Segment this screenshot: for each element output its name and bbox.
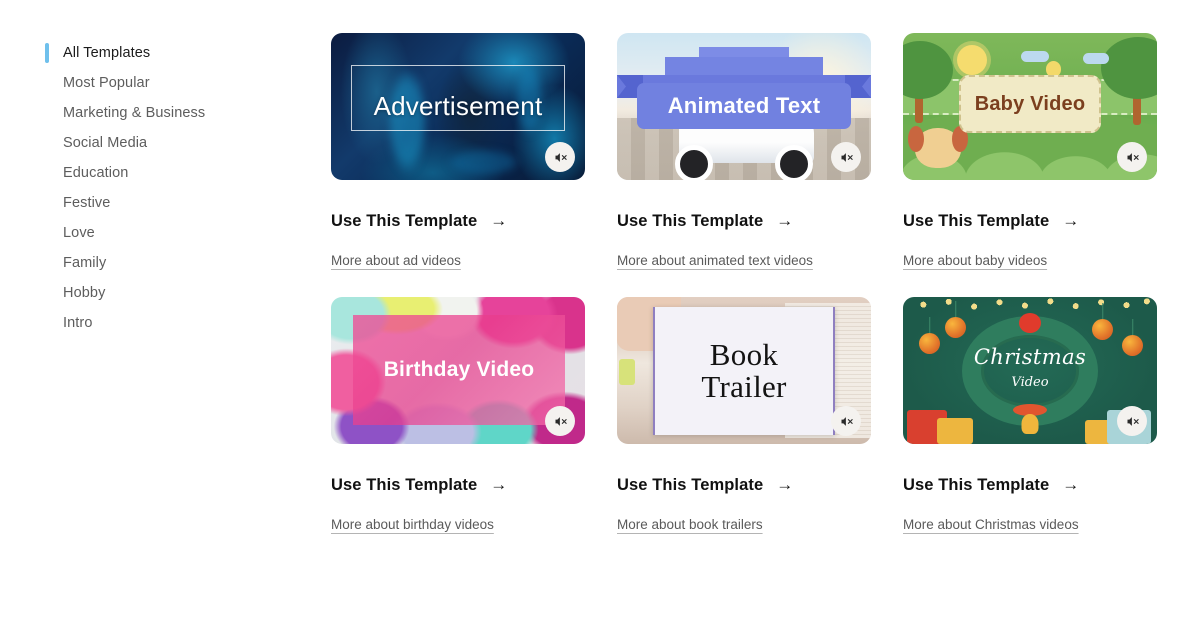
thumbnail-title: Baby Video <box>974 92 1086 115</box>
template-card-advertisement: Advertisement Use This Template → More a… <box>331 33 585 270</box>
thumbnail-title: Animated Text <box>667 93 821 118</box>
use-template-button[interactable]: Use This Template → <box>903 475 1157 495</box>
template-card-book-trailer: Book Trailer Use This Template → More ab… <box>617 297 871 534</box>
arrow-right-icon: → <box>490 475 508 494</box>
gift-box-icon <box>937 418 973 444</box>
sidebar-item-label: Love <box>63 225 95 241</box>
template-thumbnail[interactable]: Birthday Video <box>331 297 585 444</box>
use-template-label: Use This Template <box>331 475 478 494</box>
thumbnail-title: Birthday Video <box>383 358 535 381</box>
arrow-right-icon: → <box>1062 211 1080 230</box>
title-overlay: Birthday Video <box>353 315 565 425</box>
template-thumbnail[interactable]: Baby Video <box>903 33 1157 180</box>
use-template-button[interactable]: Use This Template → <box>617 475 871 495</box>
template-card-animated-text: Animated Text Use This Template → More a… <box>617 33 871 270</box>
use-template-button[interactable]: Use This Template → <box>903 211 1157 231</box>
speaker-muted-icon <box>841 416 853 426</box>
mute-toggle-button[interactable] <box>1117 406 1147 436</box>
template-grid: Advertisement Use This Template → More a… <box>331 0 1200 626</box>
ornament-icon <box>945 317 966 338</box>
use-template-label: Use This Template <box>331 211 478 230</box>
sidebar-item-label: Festive <box>63 195 111 211</box>
title-label: Baby Video <box>959 75 1101 133</box>
arrow-right-icon: → <box>490 211 508 230</box>
bell-icon <box>1021 414 1039 434</box>
template-thumbnail[interactable]: Book Trailer <box>617 297 871 444</box>
title-sheet: Book Trailer <box>653 307 835 435</box>
use-template-label: Use This Template <box>903 211 1050 230</box>
use-template-label: Use This Template <box>617 475 764 494</box>
sun-icon <box>957 45 987 75</box>
sidebar-item-family[interactable]: Family <box>46 248 331 278</box>
sidebar-item-marketing-business[interactable]: Marketing & Business <box>46 98 331 128</box>
speaker-muted-icon <box>841 152 853 162</box>
mute-toggle-button[interactable] <box>545 406 575 436</box>
mute-toggle-button[interactable] <box>831 142 861 172</box>
sidebar-item-label: Social Media <box>63 135 148 151</box>
use-template-button[interactable]: Use This Template → <box>331 211 585 231</box>
thumbnail-title-block: Christmas Video <box>903 345 1157 390</box>
template-thumbnail[interactable]: Advertisement <box>331 33 585 180</box>
more-about-link[interactable]: More about baby videos <box>903 253 1047 268</box>
more-about-link[interactable]: More about animated text videos <box>617 253 813 268</box>
thumbnail-subtitle: Video <box>1011 375 1049 390</box>
mute-toggle-button[interactable] <box>831 406 861 436</box>
thumbnail-title-line1: Book <box>709 336 779 372</box>
wheel-icon <box>775 145 813 180</box>
use-template-button[interactable]: Use This Template → <box>617 211 871 231</box>
more-about-link[interactable]: More about birthday videos <box>331 517 494 532</box>
template-gallery-page: All Templates Most Popular Marketing & B… <box>0 0 1200 626</box>
template-card-birthday-video: Birthday Video Use This Template → More … <box>331 297 585 534</box>
sidebar-item-festive[interactable]: Festive <box>46 188 331 218</box>
title-plate: Animated Text <box>637 83 851 129</box>
template-card-christmas-video: Christmas Video Use This Template → More… <box>903 297 1157 534</box>
sidebar-item-label: Family <box>63 255 107 271</box>
sidebar-item-hobby[interactable]: Hobby <box>46 278 331 308</box>
bookmark-clip-icon <box>619 359 635 385</box>
template-thumbnail[interactable]: Christmas Video <box>903 297 1157 444</box>
ornament-icon <box>1092 319 1113 340</box>
speaker-muted-icon <box>1127 416 1139 426</box>
cloud-icon <box>1083 53 1109 64</box>
sidebar-item-most-popular[interactable]: Most Popular <box>46 68 331 98</box>
thumbnail-title-line2: Trailer <box>701 369 787 404</box>
sidebar-item-label: Most Popular <box>63 75 150 91</box>
speaker-muted-icon <box>555 416 567 426</box>
wheel-icon <box>675 145 713 180</box>
banner-step-middle <box>665 57 823 75</box>
use-template-label: Use This Template <box>903 475 1050 494</box>
speaker-muted-icon <box>1127 152 1139 162</box>
mute-toggle-button[interactable] <box>545 142 575 172</box>
sidebar-item-all-templates[interactable]: All Templates <box>45 38 331 68</box>
mute-toggle-button[interactable] <box>1117 142 1147 172</box>
active-indicator-bar <box>45 43 49 63</box>
speaker-muted-icon <box>555 152 567 162</box>
sidebar-item-social-media[interactable]: Social Media <box>46 128 331 158</box>
sidebar-item-education[interactable]: Education <box>46 158 331 188</box>
arrow-right-icon: → <box>776 475 794 494</box>
sidebar-item-label: Education <box>63 165 129 181</box>
template-card-baby-video: Baby Video Use This Template → More abou… <box>903 33 1157 270</box>
sidebar-item-label: All Templates <box>63 45 151 61</box>
cloud-icon <box>1021 51 1049 62</box>
sidebar-item-label: Marketing & Business <box>63 105 206 121</box>
sidebar-item-label: Intro <box>63 315 93 331</box>
puppy-illustration <box>908 126 968 168</box>
category-sidebar: All Templates Most Popular Marketing & B… <box>0 0 331 626</box>
use-template-button[interactable]: Use This Template → <box>331 475 585 495</box>
arrow-right-icon: → <box>1062 475 1080 494</box>
sidebar-item-intro[interactable]: Intro <box>46 308 331 338</box>
poinsettia-icon <box>1019 313 1041 333</box>
sidebar-item-label: Hobby <box>63 285 106 301</box>
template-thumbnail[interactable]: Animated Text <box>617 33 871 180</box>
more-about-link[interactable]: More about ad videos <box>331 253 461 268</box>
more-about-link[interactable]: More about book trailers <box>617 517 763 532</box>
use-template-label: Use This Template <box>617 211 764 230</box>
thumbnail-title: Christmas <box>973 345 1087 369</box>
arrow-right-icon: → <box>776 211 794 230</box>
more-about-link[interactable]: More about Christmas videos <box>903 517 1079 532</box>
sidebar-item-love[interactable]: Love <box>46 218 331 248</box>
